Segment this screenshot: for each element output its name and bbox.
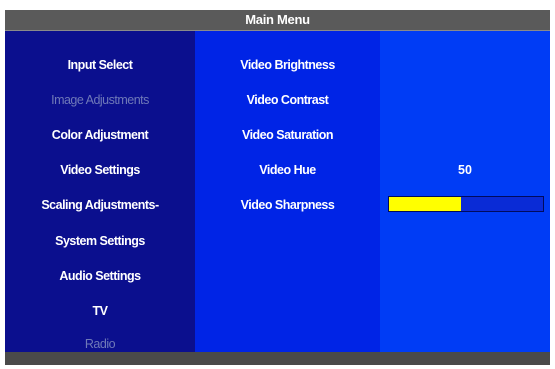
- param-video-saturation[interactable]: Video Saturation: [195, 128, 380, 142]
- hue-value: 50: [458, 163, 472, 177]
- sharpness-slider-fill: [389, 197, 462, 211]
- menu-item-scaling-adjustments[interactable]: Scaling Adjustments-: [5, 198, 195, 212]
- menu-item-system-settings[interactable]: System Settings: [5, 234, 195, 248]
- param-video-sharpness[interactable]: Video Sharpness: [195, 198, 380, 212]
- menu-item-tv[interactable]: TV: [5, 304, 195, 318]
- menu-item-radio[interactable]: Radio: [5, 337, 195, 351]
- menu-item-video-settings[interactable]: Video Settings: [5, 163, 195, 177]
- menu-item-audio-settings[interactable]: Audio Settings: [5, 269, 195, 283]
- menu-item-color-adjustment[interactable]: Color Adjustment: [5, 128, 195, 142]
- status-bar: [5, 352, 550, 365]
- title-bar: Main Menu: [5, 10, 550, 31]
- main-menu-list: Input Select Image Adjustments Color Adj…: [5, 31, 195, 352]
- osd-screen: Main Menu Input Select Image Adjustments…: [0, 0, 555, 369]
- video-settings-list: Video Brightness Video Contrast Video Sa…: [195, 31, 380, 352]
- param-video-hue[interactable]: Video Hue: [195, 163, 380, 177]
- value-panel: 50: [380, 31, 550, 352]
- param-video-brightness[interactable]: Video Brightness: [195, 58, 380, 72]
- osd-frame: Main Menu Input Select Image Adjustments…: [5, 10, 550, 365]
- param-video-contrast[interactable]: Video Contrast: [195, 93, 380, 107]
- sharpness-slider[interactable]: [388, 196, 544, 212]
- menu-item-image-adjustments[interactable]: Image Adjustments: [5, 93, 195, 107]
- menu-item-input-select[interactable]: Input Select: [5, 58, 195, 72]
- menu-title: Main Menu: [245, 12, 310, 27]
